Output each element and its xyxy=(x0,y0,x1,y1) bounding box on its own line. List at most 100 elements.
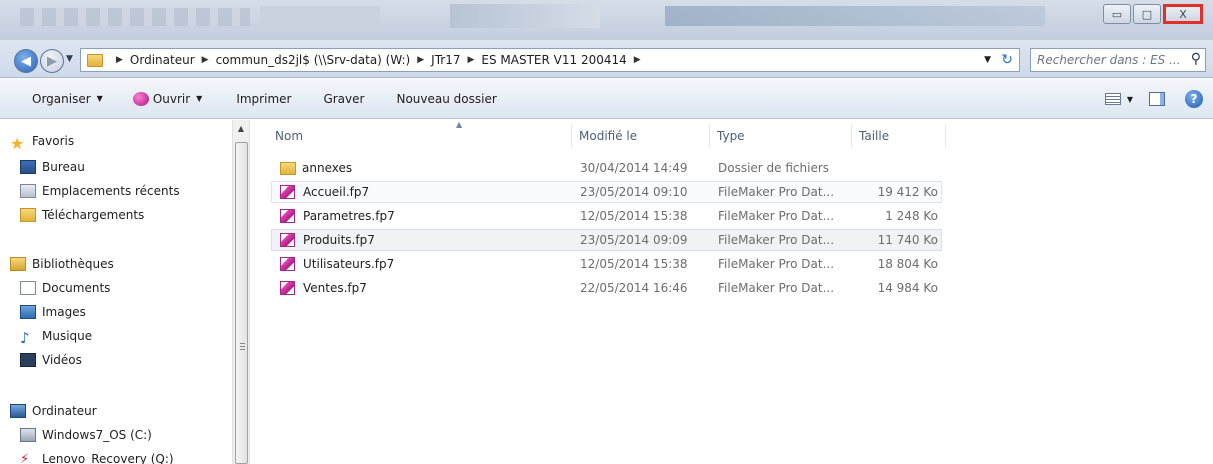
file-size: 11 740 Ko xyxy=(877,233,938,247)
sort-ascending-icon: ▲ xyxy=(456,120,463,129)
breadcrumb-separator-icon[interactable]: ▶ xyxy=(116,55,123,65)
file-row[interactable]: Produits.fp7 23/05/2014 09:09 FileMaker … xyxy=(271,229,942,251)
libraries-icon xyxy=(10,257,26,271)
view-options-icon[interactable] xyxy=(1104,93,1121,105)
breadcrumb-separator-icon[interactable]: ▶ xyxy=(467,55,474,65)
nav-item-bureau[interactable]: Bureau xyxy=(20,160,85,174)
column-header-type[interactable]: Type xyxy=(717,124,745,148)
nav-scrollbar[interactable]: ▲ xyxy=(232,120,250,464)
scroll-up-icon[interactable]: ▲ xyxy=(233,120,249,136)
forward-arrow-icon: ▶ xyxy=(47,53,57,69)
column-divider[interactable] xyxy=(851,124,852,148)
file-date: 23/05/2014 09:09 xyxy=(580,233,688,247)
nav-item-documents[interactable]: Documents xyxy=(20,281,110,295)
file-name: annexes xyxy=(302,161,353,175)
desktop-icon xyxy=(20,160,36,174)
nav-label: Bureau xyxy=(42,160,85,174)
file-row[interactable]: Utilisateurs.fp7 12/05/2014 15:38 FileMa… xyxy=(271,253,942,275)
breadcrumb-separator-icon[interactable]: ▶ xyxy=(202,55,209,65)
nav-item-images[interactable]: Images xyxy=(20,305,86,319)
refresh-icon[interactable]: ↻ xyxy=(1001,52,1013,68)
view-controls: ▼ ? xyxy=(1104,79,1213,119)
search-icon[interactable]: ⚲ xyxy=(1191,51,1201,67)
file-type: FileMaker Pro Dat... xyxy=(718,257,835,271)
nav-item-lenovo[interactable]: ⚡ Lenovo_Recovery (Q:) xyxy=(20,452,174,464)
file-name-cell: Ventes.fp7 xyxy=(280,281,367,295)
file-list: ▲ Nom Modifié le Type Taille annexes 30/… xyxy=(251,120,1213,464)
scroll-thumb[interactable] xyxy=(235,142,248,464)
column-divider[interactable] xyxy=(571,124,572,148)
column-label: Modifié le xyxy=(579,129,638,143)
breadcrumb-network-drive[interactable]: commun_ds2jl$ (\\Srv-data) (W:) xyxy=(216,53,411,67)
images-icon xyxy=(20,305,36,319)
breadcrumb-ordinateur[interactable]: Ordinateur xyxy=(130,53,195,67)
file-size: 14 984 Ko xyxy=(877,281,938,295)
back-button[interactable]: ◀ xyxy=(14,49,38,73)
help-icon[interactable]: ? xyxy=(1185,90,1203,108)
navigation-pane: ★ Favoris Bureau Emplacements récents Tél… xyxy=(0,120,232,464)
file-row[interactable]: annexes 30/04/2014 14:49 Dossier de fich… xyxy=(271,157,942,179)
nav-item-windows7[interactable]: Windows7_OS (C:) xyxy=(20,428,152,442)
forward-button[interactable]: ▶ xyxy=(40,49,64,73)
file-name: Ventes.fp7 xyxy=(303,281,367,295)
search-input[interactable] xyxy=(1037,53,1185,67)
ouvrir-button[interactable]: Ouvrir ▼ xyxy=(125,88,211,110)
drive-icon xyxy=(20,428,36,442)
graver-button[interactable]: Graver xyxy=(315,88,372,110)
organiser-button[interactable]: Organiser ▼ xyxy=(24,88,111,110)
file-date: 22/05/2014 16:46 xyxy=(580,281,688,295)
filemaker-file-icon xyxy=(280,209,295,223)
file-name: Accueil.fp7 xyxy=(303,185,370,199)
preview-pane-icon[interactable] xyxy=(1149,92,1165,106)
documents-icon xyxy=(20,281,36,295)
filemaker-file-icon xyxy=(280,233,295,247)
breadcrumb-jtr17[interactable]: JTr17 xyxy=(431,53,460,67)
file-date: 12/05/2014 15:38 xyxy=(580,257,688,271)
nav-label: Emplacements récents xyxy=(42,184,180,198)
column-header-taille[interactable]: Taille xyxy=(859,124,889,148)
column-label: Taille xyxy=(859,129,890,143)
column-header-nom[interactable]: Nom xyxy=(275,124,303,148)
imprimer-button[interactable]: Imprimer xyxy=(228,88,299,110)
nav-item-favoris[interactable]: ★ Favoris xyxy=(10,134,75,153)
nav-item-videos[interactable]: Vidéos xyxy=(20,353,82,367)
file-row[interactable]: Accueil.fp7 23/05/2014 09:10 FileMaker P… xyxy=(271,181,942,203)
nav-item-musique[interactable]: ♪ Musique xyxy=(20,329,92,347)
minimize-button[interactable]: ▭ xyxy=(1103,4,1131,24)
address-dropdown-icon[interactable]: ▼ xyxy=(984,55,991,65)
grip-icon xyxy=(240,343,245,351)
nav-item-bibliotheques[interactable]: Bibliothèques xyxy=(10,257,114,271)
nav-item-telechargements[interactable]: Téléchargements xyxy=(20,208,144,222)
blurred-toolbar xyxy=(665,6,1045,26)
nav-label: Images xyxy=(42,305,86,319)
close-button[interactable]: X xyxy=(1163,4,1203,24)
breadcrumb-separator-icon[interactable]: ▶ xyxy=(417,55,424,65)
column-header-modifie[interactable]: Modifié le xyxy=(579,124,637,148)
chevron-down-icon: ▼ xyxy=(96,94,103,103)
nouveau-dossier-button[interactable]: Nouveau dossier xyxy=(388,88,504,110)
column-divider[interactable] xyxy=(709,124,710,148)
file-row[interactable]: Parametres.fp7 12/05/2014 15:38 FileMake… xyxy=(271,205,942,227)
file-name-cell: annexes xyxy=(280,161,352,175)
file-size: 1 248 Ko xyxy=(885,209,938,223)
column-divider[interactable] xyxy=(945,124,946,148)
file-size: 18 804 Ko xyxy=(877,257,938,271)
chevron-down-icon[interactable]: ▼ xyxy=(1127,95,1133,104)
nav-label: Favoris xyxy=(32,134,75,148)
file-size: 19 412 Ko xyxy=(877,185,938,199)
imprimer-label: Imprimer xyxy=(236,91,292,106)
file-date: 12/05/2014 15:38 xyxy=(580,209,688,223)
organiser-label: Organiser xyxy=(32,91,91,106)
file-row[interactable]: Ventes.fp7 22/05/2014 16:46 FileMaker Pr… xyxy=(271,277,942,299)
nav-item-ordinateur[interactable]: Ordinateur xyxy=(10,404,97,418)
star-icon: ★ xyxy=(10,134,25,153)
nav-label: Lenovo_Recovery (Q:) xyxy=(42,452,174,464)
blurred-toolbar xyxy=(450,4,600,28)
nav-item-emplacements[interactable]: Emplacements récents xyxy=(20,184,180,198)
recent-pages-dropdown[interactable]: ▼ xyxy=(66,54,73,64)
column-label: Type xyxy=(717,129,745,143)
breadcrumb-es-master[interactable]: ES MASTER V11 200414 xyxy=(481,53,626,67)
maximize-button[interactable]: □ xyxy=(1133,4,1161,24)
address-bar[interactable]: ▶ Ordinateur ▶ commun_ds2jl$ (\\Srv-data… xyxy=(80,48,1020,72)
breadcrumb-separator-icon[interactable]: ▶ xyxy=(634,55,641,65)
